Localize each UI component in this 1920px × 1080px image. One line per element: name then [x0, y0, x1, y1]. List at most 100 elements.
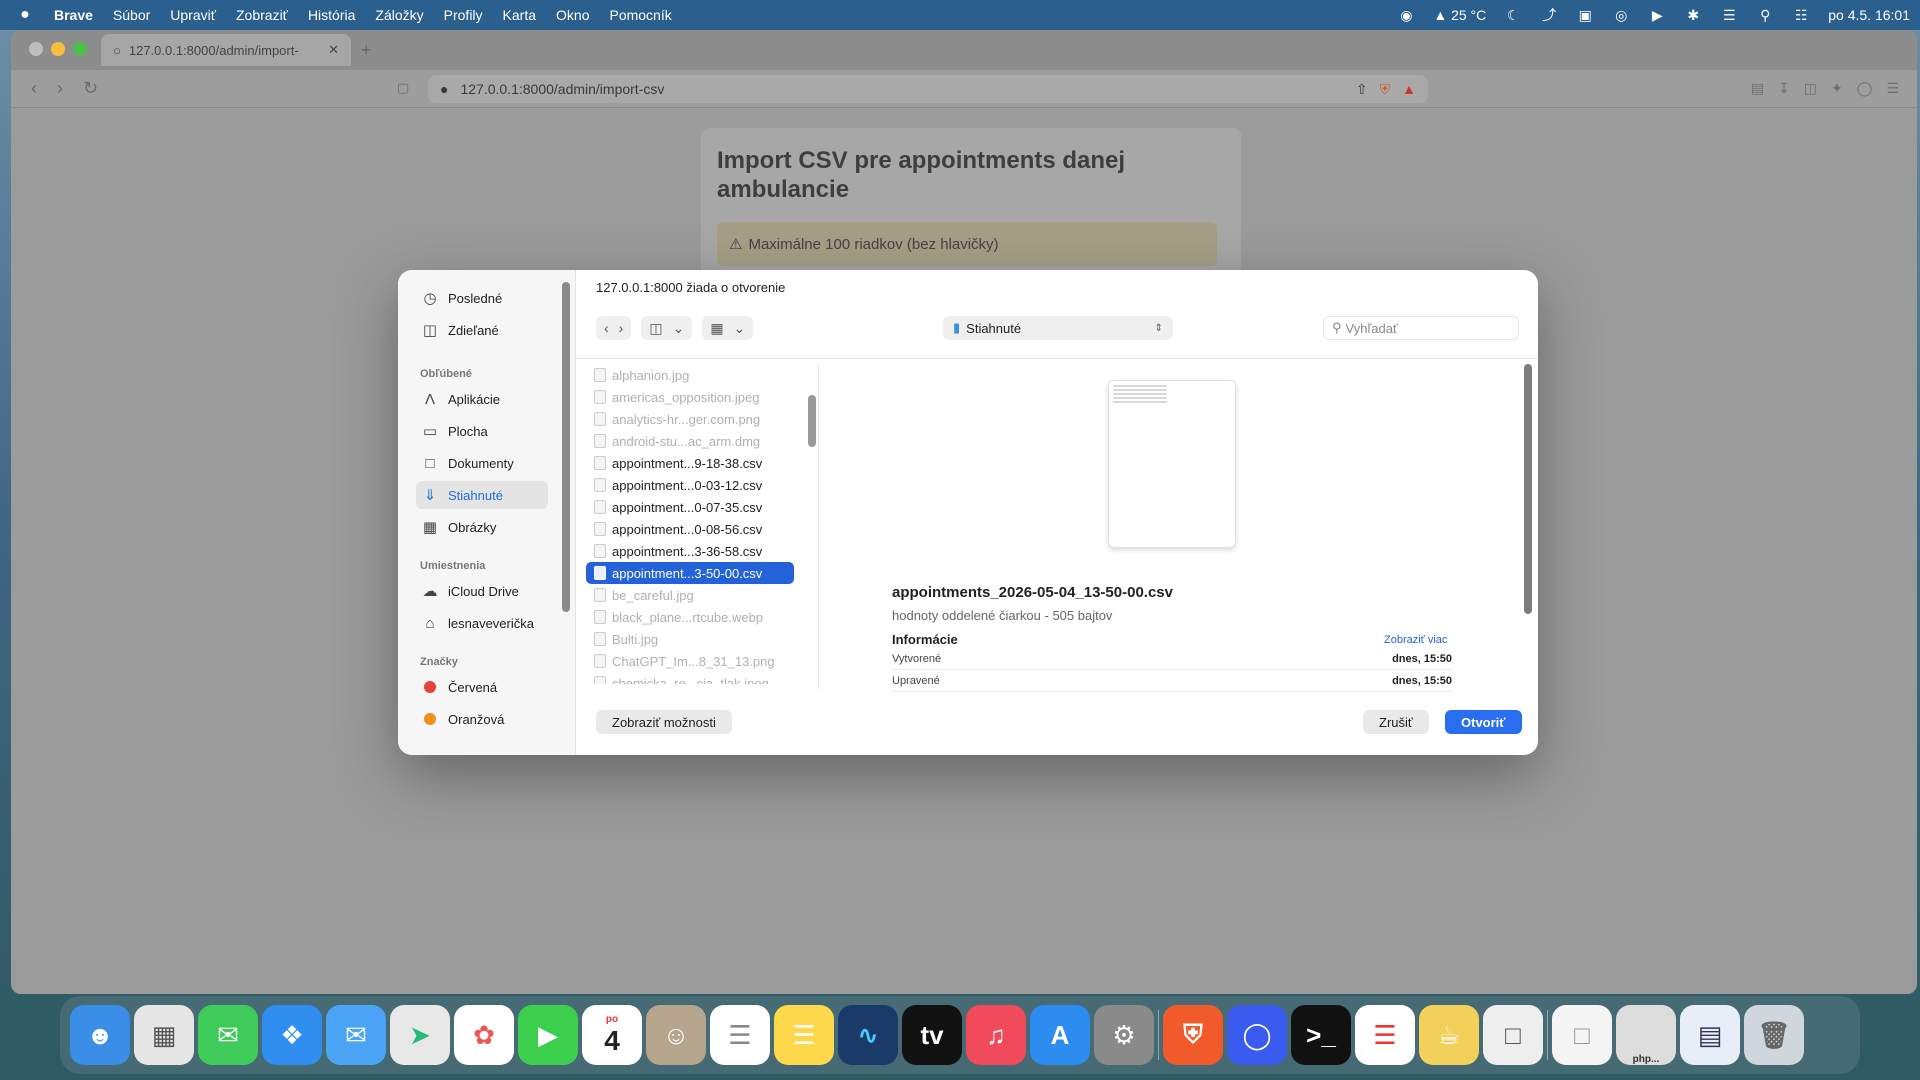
menu-app-name[interactable]: Brave [50, 7, 103, 23]
app-store-icon[interactable]: A [1030, 1005, 1090, 1065]
mail-icon[interactable]: ✉ [326, 1005, 386, 1065]
window-thumbnail[interactable]: ▤ [1680, 1005, 1740, 1065]
sequel-ace-icon[interactable]: ☕ [1419, 1005, 1479, 1065]
messages-icon[interactable]: ✉ [198, 1005, 258, 1065]
share-icon[interactable]: ⇧ [1356, 81, 1368, 98]
file-row[interactable]: android-stu...ac_arm.dmg [586, 430, 794, 452]
headphones-icon[interactable]: ☾ [1504, 7, 1522, 23]
vpn-icon[interactable]: ◯ [1857, 80, 1873, 97]
weather-status[interactable]: ▲ 25 °C [1433, 7, 1486, 23]
sidebar-item-tag-red[interactable]: Červená [416, 673, 548, 701]
file-row[interactable]: analytics-hr...ger.com.png [586, 408, 794, 430]
view-columns-button[interactable]: ◫ ⌄ [641, 316, 693, 340]
zoom-window-button[interactable] [73, 42, 87, 56]
menu-edit[interactable]: Upraviť [160, 7, 226, 23]
finder-icon[interactable]: ☻ [70, 1005, 130, 1065]
menu-file[interactable]: Súbor [103, 7, 160, 23]
group-button[interactable]: ▦ ⌄ [702, 316, 754, 340]
leo-icon[interactable]: ✦ [1831, 80, 1843, 97]
sidebar-item-documents[interactable]: □ Dokumenty [416, 449, 548, 477]
menu-history[interactable]: História [298, 7, 365, 23]
menu-help[interactable]: Pomocník [599, 7, 681, 23]
photos-icon[interactable]: ✿ [454, 1005, 514, 1065]
preview-app-icon[interactable]: □ [1483, 1005, 1543, 1065]
file-row[interactable]: chemicka_re...cia_tlak.jpeg [586, 672, 794, 684]
history-nav-buttons[interactable]: ‹ › [596, 316, 632, 340]
sidebar-item-icloud[interactable]: ☁ iCloud Drive [416, 577, 548, 605]
file-row[interactable]: appointment...0-07-35.csv [586, 496, 794, 518]
show-options-button[interactable]: Zobraziť možnosti [596, 710, 732, 734]
file-list-scrollbar[interactable] [808, 395, 816, 447]
apple-menu-icon[interactable]: ● [0, 6, 50, 24]
sidebar-scrollbar[interactable] [562, 282, 570, 612]
sidebar-item-downloads[interactable]: ⇓ Stiahnuté [416, 481, 548, 509]
notes-icon[interactable]: ☰ [774, 1005, 834, 1065]
sidebar-item-home[interactable]: ⌂ lesnaveverička [416, 609, 548, 637]
file-row[interactable]: appointment...0-03-12.csv [586, 474, 794, 496]
sidebar-item-recents[interactable]: ◷ Posledné [416, 284, 548, 312]
maps-icon[interactable]: ➤ [390, 1005, 450, 1065]
reader-mode-icon[interactable]: ▤ [1751, 80, 1764, 97]
menu-tab[interactable]: Karta [493, 7, 546, 23]
open-button[interactable]: Otvoriť [1445, 710, 1522, 734]
trash-icon[interactable]: 🗑 [1744, 1005, 1804, 1065]
downloads-icon[interactable]: ↧ [1778, 80, 1790, 97]
sidebar-item-pictures[interactable]: ▦ Obrázky [416, 513, 548, 541]
search-icon[interactable]: ⚲ [1756, 7, 1774, 23]
file-row[interactable]: alphanion.jpg [586, 364, 794, 386]
menu-view[interactable]: Zobraziť [226, 7, 298, 23]
airdrop-icon[interactable]: ◎ [1612, 7, 1630, 23]
file-row[interactable]: americas_opposition.jpeg [586, 386, 794, 408]
accessibility-icon[interactable]: ◉ [1397, 7, 1415, 23]
new-tab-icon[interactable]: + [361, 40, 372, 61]
menu-bookmarks[interactable]: Záložky [365, 7, 433, 23]
bookmark-icon[interactable]: ▢ [397, 80, 409, 96]
show-more-link[interactable]: Zobraziť viac [1384, 634, 1447, 646]
document-icon[interactable]: □ [1552, 1005, 1612, 1065]
close-tab-icon[interactable]: ✕ [328, 42, 339, 58]
browser-tab[interactable]: ○ 127.0.0.1:8000/admin/import- ✕ [101, 34, 351, 66]
back-icon[interactable]: ‹ [604, 320, 609, 336]
textedit-icon[interactable]: ☰ [1355, 1005, 1415, 1065]
bolt-icon[interactable]: ⤴ [1540, 7, 1558, 23]
preview-scrollbar[interactable] [1524, 364, 1532, 614]
terminal-icon[interactable]: >_ [1291, 1005, 1351, 1065]
wifi-icon[interactable]: ☰ [1720, 7, 1738, 23]
signal-icon[interactable]: ◯ [1227, 1005, 1287, 1065]
close-window-button[interactable] [29, 42, 43, 56]
forward-icon[interactable]: › [619, 320, 624, 336]
music-icon[interactable]: ♫ [966, 1005, 1026, 1065]
column-divider[interactable] [818, 364, 819, 690]
file-row[interactable]: appointment...9-18-38.csv [586, 452, 794, 474]
brave-rewards-icon[interactable]: ▲ [1402, 81, 1416, 97]
location-popup[interactable]: ▮ Stiahnuté ⇕ [943, 316, 1173, 340]
control-center-icon[interactable]: ☷ [1792, 7, 1810, 23]
menu-profiles[interactable]: Profily [434, 7, 493, 23]
menu-window[interactable]: Okno [546, 7, 599, 23]
address-bar[interactable]: ● 127.0.0.1:8000/admin/import-csv ⇧ ⛨ ▲ [428, 75, 1428, 103]
site-info-icon[interactable]: ● [440, 81, 448, 97]
facetime-icon[interactable]: ▶ [518, 1005, 578, 1065]
file-row[interactable]: appointment...0-08-56.csv [586, 518, 794, 540]
system-settings-icon[interactable]: ⚙ [1094, 1005, 1154, 1065]
file-row-selected[interactable]: appointment...3-50-00.csv [586, 562, 794, 584]
minimize-window-button[interactable] [51, 42, 65, 56]
file-row[interactable]: ChatGPT_Im...8_31_13.png [586, 650, 794, 672]
sidebar-item-applications[interactable]: Λ Aplikácie [416, 385, 548, 413]
brave-icon[interactable]: ⛨ [1163, 1005, 1223, 1065]
back-icon[interactable]: ‹ [31, 78, 37, 99]
apple-tv-icon[interactable]: tv [902, 1005, 962, 1065]
sidebar-item-shared[interactable]: ◫ Zdieľané [416, 316, 548, 344]
file-row[interactable]: Bulti.jpg [586, 628, 794, 650]
cancel-button[interactable]: Zrušiť [1363, 710, 1429, 734]
php-window-thumbnail[interactable]: php... [1616, 1005, 1676, 1065]
brave-shields-icon[interactable]: ⛨ [1380, 81, 1391, 98]
clock-label[interactable]: po 4.5. 16:01 [1828, 7, 1910, 23]
freeform-icon[interactable]: ∿ [838, 1005, 898, 1065]
launchpad-icon[interactable]: ▦ [134, 1005, 194, 1065]
safari-icon[interactable]: ❖ [262, 1005, 322, 1065]
contacts-icon[interactable]: ☺ [646, 1005, 706, 1065]
sidebar-toggle-icon[interactable]: ◫ [1804, 80, 1817, 97]
sidebar-item-desktop[interactable]: ▭ Plocha [416, 417, 548, 445]
file-row[interactable]: be_careful.jpg [586, 584, 794, 606]
